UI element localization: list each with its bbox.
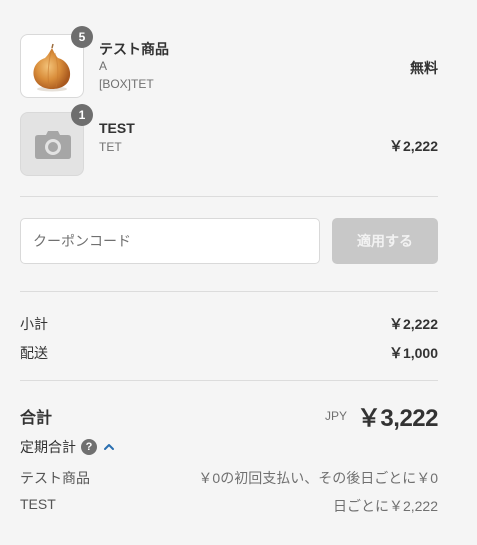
product-thumbnail: 1 [20,104,93,176]
product-name: テスト商品 [99,41,169,57]
total-value: ￥3,222 [356,405,439,432]
help-icon[interactable]: ? [81,439,97,455]
product-price: 無料 [410,60,438,76]
shipping-label: 配送 [20,345,48,361]
chevron-up-icon[interactable] [103,441,115,453]
apply-coupon-button[interactable]: 適用する [332,218,438,264]
subscription-item-detail: 日ごとに￥2,222 [332,498,438,514]
subscription-total-label: 定期合計 [20,439,76,455]
subtotal-label: 小計 [20,316,48,332]
product-sku: [BOX]TET [99,77,154,91]
product-price: ￥2,222 [388,138,438,154]
subtotal-value: ￥2,222 [388,316,438,332]
subscription-total-toggle[interactable]: 定期合計 ? [20,437,115,457]
divider [20,196,438,197]
product-thumbnail: 5 [20,26,93,98]
subscription-item-name: テスト商品 [20,470,90,486]
product-name: TEST [99,120,135,136]
divider [20,291,438,292]
total-label: 合計 [20,410,53,427]
divider [20,380,438,381]
subscription-item-detail: ￥0の初回支払い、その後日ごとに￥0 [198,470,438,486]
subscription-item-name: TEST [20,496,56,512]
currency-code: JPY [324,409,347,423]
product-variant: A [99,59,108,73]
onion-image [33,43,71,92]
line-item: 1 TEST TET ￥2,222 [20,104,438,176]
quantity-badge: 1 [71,104,93,126]
quantity-badge: 5 [71,26,93,48]
coupon-code-input[interactable] [20,218,320,264]
camera-icon [35,131,71,159]
shipping-value: ￥1,000 [388,345,438,361]
line-item: 5 テスト商品 A [BOX]TET 無料 [20,26,438,98]
product-variant: TET [99,140,122,154]
